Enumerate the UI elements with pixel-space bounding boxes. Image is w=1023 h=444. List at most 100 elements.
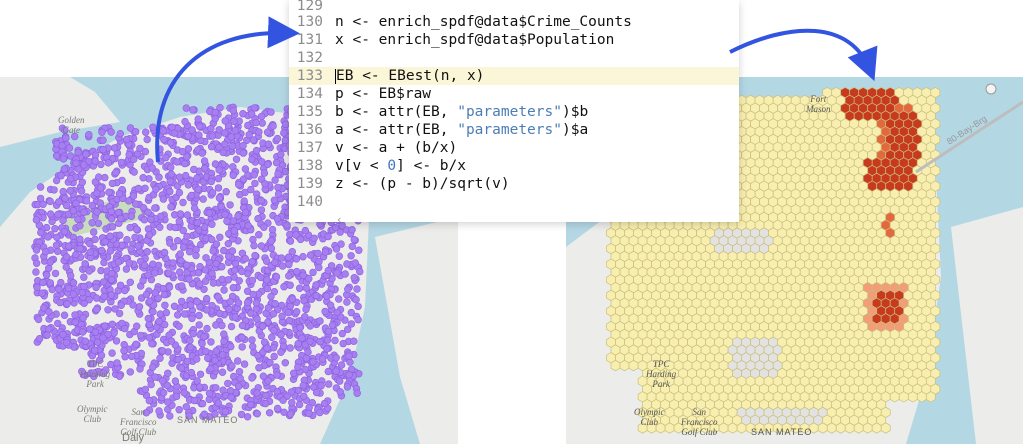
- golden-gate-label: Golden Gate: [58, 115, 85, 135]
- crime-point: [272, 158, 281, 167]
- crime-point: [318, 355, 327, 363]
- crime-point: [182, 171, 190, 180]
- crime-point: [34, 315, 43, 324]
- crime-point: [228, 142, 237, 150]
- crime-point: [348, 226, 356, 234]
- crime-point: [32, 246, 41, 254]
- crime-point: [61, 194, 69, 203]
- crime-point: [183, 211, 192, 219]
- crime-point: [348, 242, 356, 251]
- hex-cell: [817, 422, 828, 434]
- crime-point: [288, 399, 296, 407]
- code-line[interactable]: 135 b <- attr(EB, "parameters")$b: [289, 103, 739, 121]
- code-line[interactable]: 136 a <- attr(EB, "parameters")$a: [289, 121, 739, 139]
- crime-point: [44, 264, 53, 273]
- crime-point: [202, 347, 210, 356]
- crime-point: [240, 360, 249, 368]
- crime-point: [108, 349, 116, 357]
- crime-point: [321, 248, 330, 256]
- crime-point: [323, 345, 331, 353]
- crime-point: [117, 301, 125, 310]
- crime-point: [328, 321, 337, 329]
- map-marker: [985, 83, 997, 95]
- crime-point: [205, 209, 214, 217]
- line-number: 140: [296, 194, 323, 210]
- hex-cell: [844, 422, 855, 434]
- crime-point: [280, 342, 288, 350]
- crime-point: [172, 392, 181, 401]
- hex-cell: [736, 422, 747, 434]
- crime-point: [320, 399, 329, 408]
- crime-point: [246, 401, 255, 409]
- code-line[interactable]: 134 p <- EB$raw: [289, 85, 739, 103]
- crime-point: [37, 228, 45, 237]
- arrow-code-to-right: [729, 28, 878, 82]
- crime-point: [181, 310, 189, 318]
- crime-point: [181, 159, 189, 168]
- crime-point: [184, 132, 192, 140]
- code-editor-panel: 129 130 n <- enrich_spdf@data$Crime_Counts…: [289, 0, 739, 222]
- crime-point: [194, 115, 202, 123]
- hex-cell: [718, 422, 729, 434]
- code-line[interactable]: 132: [289, 49, 739, 67]
- code-line[interactable]: 139 z <- (p - b)/sqrt(v): [289, 175, 739, 193]
- crime-point: [62, 263, 70, 271]
- crime-point: [294, 340, 302, 348]
- crime-point: [62, 253, 71, 261]
- crime-point: [189, 330, 197, 338]
- crime-point: [167, 163, 175, 172]
- scroll-left-arrow[interactable]: ‹: [337, 213, 341, 222]
- code-token: v <- a + (b/x): [335, 140, 458, 156]
- crime-point: [81, 337, 90, 345]
- crime-point: [252, 146, 261, 155]
- code-line[interactable]: 138 v[v < 0] <- b/x: [289, 157, 739, 175]
- code-line[interactable]: 140: [289, 193, 739, 211]
- line-number: 137: [296, 140, 323, 156]
- code-token: "parameters": [457, 122, 562, 138]
- crime-point: [296, 323, 304, 332]
- crime-point: [66, 174, 75, 183]
- crime-point: [225, 252, 233, 261]
- crime-point: [144, 314, 153, 323]
- crime-point: [214, 184, 223, 192]
- crime-point: [149, 363, 157, 371]
- crime-point: [82, 197, 91, 205]
- crime-point: [50, 186, 58, 194]
- code-line[interactable]: 129: [289, 0, 739, 13]
- crime-point: [156, 354, 164, 362]
- code-line[interactable]: 133 EB <- EBest(n, x): [289, 67, 739, 85]
- crime-point: [132, 225, 141, 234]
- crime-point: [264, 160, 272, 169]
- crime-point: [343, 383, 352, 391]
- code-line[interactable]: 131 x <- enrich_spdf@data$Population: [289, 31, 739, 49]
- crime-point: [355, 246, 363, 254]
- crime-point: [146, 297, 154, 305]
- code-line[interactable]: 130 n <- enrich_spdf@data$Crime_Counts: [289, 13, 739, 31]
- crime-point: [252, 118, 260, 127]
- crime-point: [324, 367, 332, 376]
- crime-point: [243, 298, 252, 307]
- crime-point: [188, 314, 196, 323]
- crime-point: [57, 278, 65, 287]
- crime-point: [162, 153, 170, 162]
- crime-point: [286, 344, 294, 352]
- crime-point: [208, 189, 217, 197]
- crime-point: [52, 152, 61, 160]
- crime-point: [218, 263, 226, 271]
- crime-point: [201, 277, 210, 285]
- crime-point: [249, 136, 258, 144]
- olympic-club-label: Olympic Club: [77, 404, 108, 424]
- crime-point: [91, 328, 100, 336]
- crime-point: [326, 301, 335, 309]
- code-token: a <- attr(EB,: [335, 122, 458, 138]
- crime-point: [55, 198, 63, 206]
- crime-point: [263, 284, 272, 293]
- crime-point: [159, 377, 167, 385]
- crime-point: [212, 384, 220, 392]
- crime-point: [135, 303, 144, 311]
- hex-cell: [925, 391, 936, 403]
- crime-point: [99, 145, 107, 154]
- crime-point: [228, 362, 236, 370]
- crime-point: [60, 311, 69, 319]
- code-line[interactable]: 137 v <- a + (b/x): [289, 139, 739, 157]
